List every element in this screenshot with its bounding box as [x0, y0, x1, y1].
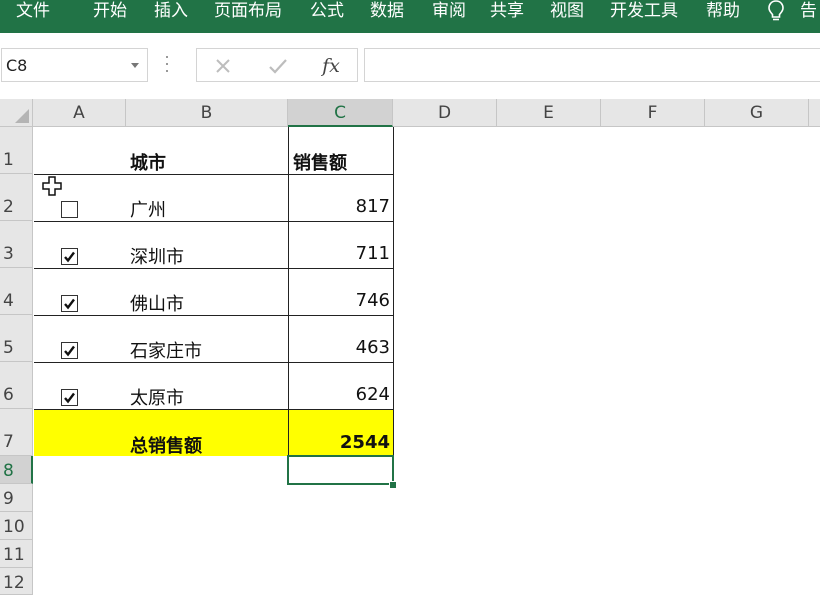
tab-view[interactable]: 视图: [550, 0, 584, 33]
formula-input[interactable]: [364, 48, 820, 82]
ribbon-tab-bar: 文件 开始 插入 页面布局 公式 数据 审阅 共享 视图 开发工具 帮助 告: [0, 0, 820, 33]
column-header-d[interactable]: D: [393, 99, 497, 127]
column-header-b[interactable]: B: [126, 99, 288, 127]
sales-cell[interactable]: 711: [290, 243, 390, 267]
table-border: [288, 127, 289, 456]
row-header-8[interactable]: 8: [0, 456, 33, 484]
tab-home[interactable]: 开始: [93, 0, 127, 33]
tab-insert[interactable]: 插入: [154, 0, 188, 33]
row-header-5[interactable]: 5: [0, 315, 33, 362]
tab-data[interactable]: 数据: [370, 0, 404, 33]
tab-file[interactable]: 文件: [16, 0, 50, 33]
row-header-7[interactable]: 7: [0, 409, 33, 456]
city-cell[interactable]: 广州: [130, 196, 280, 220]
checkbox-taiyuan[interactable]: [61, 389, 78, 406]
checkbox-guangzhou[interactable]: [61, 201, 78, 218]
table-border: [34, 268, 393, 269]
cancel-icon[interactable]: [203, 49, 243, 83]
tab-developer[interactable]: 开发工具: [610, 0, 678, 33]
sales-cell[interactable]: 624: [290, 384, 390, 408]
name-box[interactable]: C8: [1, 48, 148, 82]
name-box-value: C8: [6, 56, 28, 75]
tab-formulas[interactable]: 公式: [310, 0, 344, 33]
row-header-2[interactable]: 2: [0, 174, 33, 221]
sales-cell[interactable]: 463: [290, 337, 390, 361]
row-header-1[interactable]: 1: [0, 127, 33, 174]
city-cell[interactable]: 佛山市: [130, 290, 280, 314]
city-cell[interactable]: 太原市: [130, 384, 280, 408]
column-header-f[interactable]: F: [601, 99, 705, 127]
fill-handle[interactable]: [389, 481, 397, 489]
tab-help[interactable]: 帮助: [706, 0, 740, 33]
row-header-10[interactable]: 10: [0, 512, 33, 540]
row-header-9[interactable]: 9: [0, 484, 33, 512]
fx-label: fx: [322, 55, 340, 77]
worksheet-grid: A B C D E F G 1 2 3 4 5 6 7 8 9 10 11 12…: [0, 99, 820, 595]
header-city[interactable]: 城市: [130, 149, 280, 173]
formula-buttons: fx: [196, 48, 358, 82]
sales-cell[interactable]: 817: [290, 196, 390, 220]
column-header-h[interactable]: [809, 99, 820, 127]
row-header-11[interactable]: 11: [0, 540, 33, 568]
tab-page-layout[interactable]: 页面布局: [214, 0, 282, 33]
column-header-a[interactable]: A: [33, 99, 126, 127]
tell-me-label[interactable]: 告: [800, 0, 817, 33]
row-header-3[interactable]: 3: [0, 221, 33, 268]
tab-review[interactable]: 审阅: [432, 0, 466, 33]
select-all-button[interactable]: [0, 99, 33, 127]
table-border: [34, 362, 393, 363]
row-header-12[interactable]: 12: [0, 568, 33, 595]
chevron-down-icon[interactable]: [131, 63, 139, 68]
city-cell[interactable]: 石家庄市: [130, 337, 280, 361]
lightbulb-icon[interactable]: [765, 0, 787, 25]
insert-function-button[interactable]: fx: [311, 49, 351, 83]
formula-bar: C8 fx: [0, 33, 820, 99]
header-sales[interactable]: 销售额: [293, 149, 389, 173]
table-border: [393, 127, 394, 456]
row-header-6[interactable]: 6: [0, 362, 33, 409]
row-header-4[interactable]: 4: [0, 268, 33, 315]
total-label[interactable]: 总销售额: [130, 432, 280, 456]
checkbox-shenzhen[interactable]: [61, 248, 78, 265]
table-border: [34, 221, 393, 222]
confirm-icon[interactable]: [258, 49, 298, 83]
total-value[interactable]: 2544: [290, 432, 390, 456]
column-header-g[interactable]: G: [705, 99, 809, 127]
tab-share[interactable]: 共享: [490, 0, 524, 33]
sales-cell[interactable]: 746: [290, 290, 390, 314]
cell-select-cursor-icon: [42, 176, 62, 196]
drag-handle-icon[interactable]: [166, 56, 169, 74]
table-border: [34, 174, 393, 175]
checkbox-foshan[interactable]: [61, 295, 78, 312]
city-cell[interactable]: 深圳市: [130, 243, 280, 267]
column-header-e[interactable]: E: [497, 99, 601, 127]
selected-cell-c8[interactable]: [287, 455, 394, 485]
column-header-c[interactable]: C: [288, 99, 393, 127]
table-border: [34, 409, 393, 410]
checkbox-shijiazhuang[interactable]: [61, 342, 78, 359]
table-border: [34, 315, 393, 316]
